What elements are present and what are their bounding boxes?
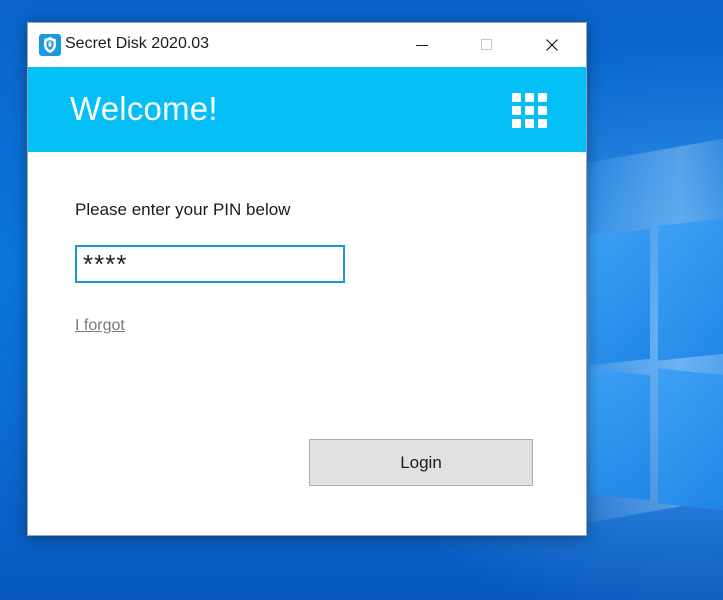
pin-input[interactable]	[75, 245, 345, 283]
maximize-icon	[481, 39, 492, 50]
windows-logo-pane-top-left	[590, 228, 650, 366]
grid-dot	[538, 119, 547, 128]
login-button[interactable]: Login	[309, 439, 533, 486]
grid-dot	[525, 106, 534, 115]
login-button-label: Login	[400, 452, 442, 472]
title-bar[interactable]: Secret Disk 2020.03	[28, 23, 586, 67]
welcome-header: Welcome!	[28, 67, 586, 152]
grid-icon[interactable]	[512, 93, 547, 128]
grid-dot	[512, 106, 521, 115]
windows-logo-pane-bottom-left	[590, 368, 650, 501]
grid-dot	[525, 119, 534, 128]
login-window: Secret Disk 2020.03 Welcome! Please ente…	[27, 22, 587, 536]
forgot-pin-link[interactable]: I forgot	[75, 317, 125, 335]
pin-prompt: Please enter your PIN below	[75, 200, 291, 219]
shield-icon	[39, 34, 61, 56]
windows-logo-pane-top-right	[658, 218, 723, 361]
grid-dot	[512, 119, 521, 128]
minimize-button[interactable]	[399, 23, 445, 67]
grid-dot	[525, 93, 534, 102]
windows-logo-pane-bottom-right	[658, 368, 723, 511]
welcome-heading: Welcome!	[70, 90, 218, 127]
window-title: Secret Disk 2020.03	[65, 35, 210, 52]
grid-dot	[538, 106, 547, 115]
close-icon	[546, 39, 558, 51]
close-button[interactable]	[529, 23, 575, 67]
minimize-icon	[416, 45, 428, 46]
maximize-button[interactable]	[464, 23, 510, 67]
grid-dot	[538, 93, 547, 102]
grid-dot	[512, 93, 521, 102]
